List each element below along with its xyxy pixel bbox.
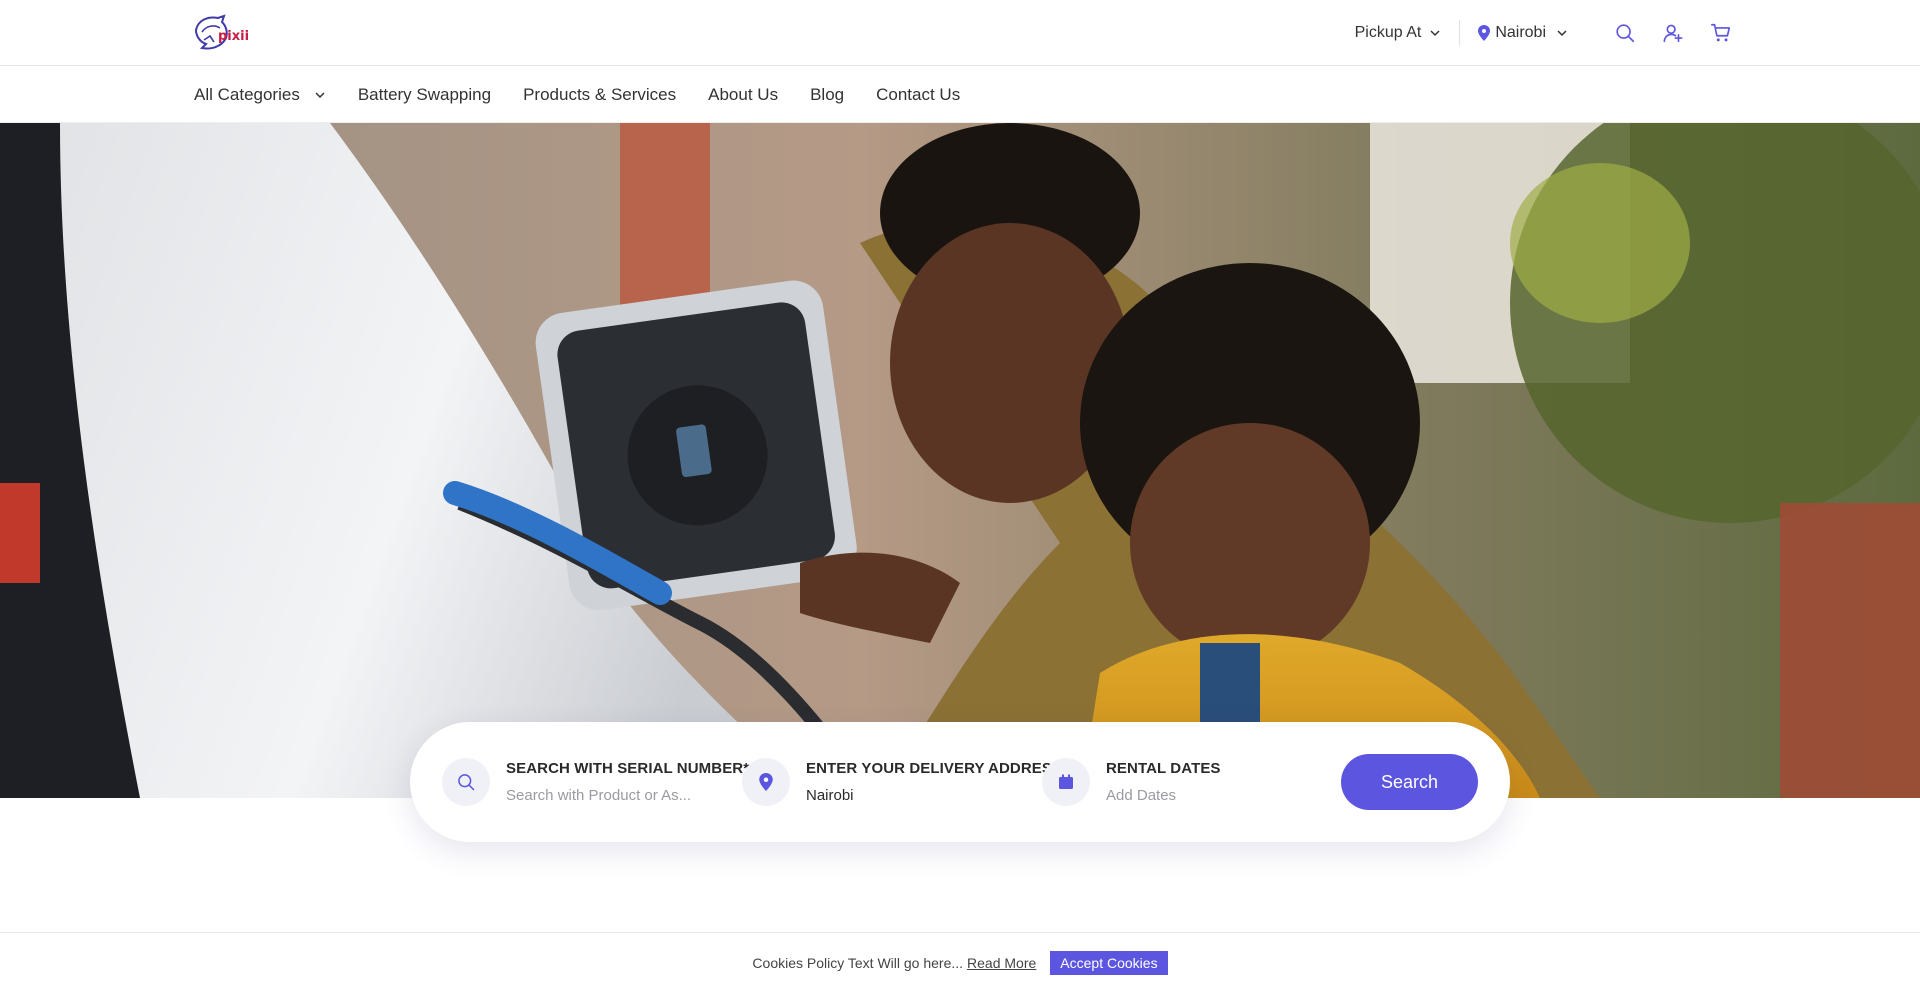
header-icon-group: [1614, 22, 1732, 44]
serial-search-field: SEARCH WITH SERIAL NUMBER*: [442, 722, 749, 842]
hero-image: [0, 123, 1920, 798]
city-label: Nairobi: [1495, 24, 1546, 41]
nav-item-blog[interactable]: Blog: [810, 85, 844, 105]
serial-label: SEARCH WITH SERIAL NUMBER*: [506, 759, 750, 777]
search-icon: [458, 774, 475, 791]
search-icon-circle: [442, 758, 490, 806]
cookie-text: Cookies Policy Text Will go here...: [752, 955, 964, 971]
location-pin-icon: [759, 773, 773, 791]
address-field-text: ENTER YOUR DELIVERY ADDRESS..* Nairobi: [806, 760, 1077, 804]
chevron-down-icon: [1430, 30, 1440, 37]
pixii-logo[interactable]: pixii: [192, 10, 258, 54]
address-label: ENTER YOUR DELIVERY ADDRESS..*: [806, 760, 1077, 777]
calendar-icon-circle: [1042, 758, 1090, 806]
main-nav: All Categories Battery Swapping Products…: [0, 66, 1920, 123]
nav-item-label: All Categories: [194, 84, 300, 104]
nav-item-battery-swapping[interactable]: Battery Swapping: [358, 85, 491, 105]
read-more-link[interactable]: Read More: [967, 955, 1036, 971]
search-button[interactable]: Search: [1341, 754, 1478, 810]
cookie-bar: Cookies Policy Text Will go here... Read…: [0, 932, 1920, 993]
pickup-label: Pickup At: [1354, 24, 1422, 41]
delivery-address-field: ENTER YOUR DELIVERY ADDRESS..* Nairobi: [742, 722, 1077, 842]
chevron-down-icon: [1557, 30, 1567, 37]
dates-label: RENTAL DATES: [1106, 760, 1221, 777]
logo-text: pixii: [218, 28, 250, 44]
cart-icon[interactable]: [1710, 22, 1732, 44]
dates-field-text: RENTAL DATES Add Dates: [1106, 760, 1221, 804]
address-input[interactable]: Nairobi: [806, 787, 1077, 804]
hero-ev-charging-photo: [0, 123, 1920, 798]
search-icon[interactable]: [1614, 22, 1636, 44]
pickup-dropdown[interactable]: Pickup At: [1355, 24, 1442, 42]
city-dropdown[interactable]: Nairobi: [1478, 24, 1568, 42]
location-icon-circle: [742, 758, 790, 806]
dates-input[interactable]: Add Dates: [1106, 787, 1221, 804]
chevron-down-icon: [315, 91, 325, 98]
rental-dates-field: RENTAL DATES Add Dates: [1042, 722, 1221, 842]
nav-item-contact-us[interactable]: Contact Us: [876, 85, 960, 105]
header-actions: Pickup At Nairobi: [1355, 0, 1732, 66]
serial-search-input[interactable]: [506, 786, 716, 804]
search-card: SEARCH WITH SERIAL NUMBER* ENTER YOUR DE…: [410, 722, 1510, 842]
nav-item-all-categories[interactable]: All Categories: [194, 85, 326, 105]
user-add-icon[interactable]: [1662, 22, 1684, 44]
accept-cookies-button[interactable]: Accept Cookies: [1050, 951, 1168, 975]
calendar-icon: [1059, 774, 1073, 789]
divider: [1459, 20, 1461, 46]
nav-item-products-services[interactable]: Products & Services: [523, 85, 676, 105]
location-pin-icon: [1478, 25, 1491, 41]
top-header: pixii Pickup At Nairobi: [0, 0, 1920, 66]
nav-item-about-us[interactable]: About Us: [708, 85, 778, 105]
nav-list: All Categories Battery Swapping Products…: [194, 66, 960, 123]
serial-field-text: SEARCH WITH SERIAL NUMBER*: [506, 760, 749, 805]
